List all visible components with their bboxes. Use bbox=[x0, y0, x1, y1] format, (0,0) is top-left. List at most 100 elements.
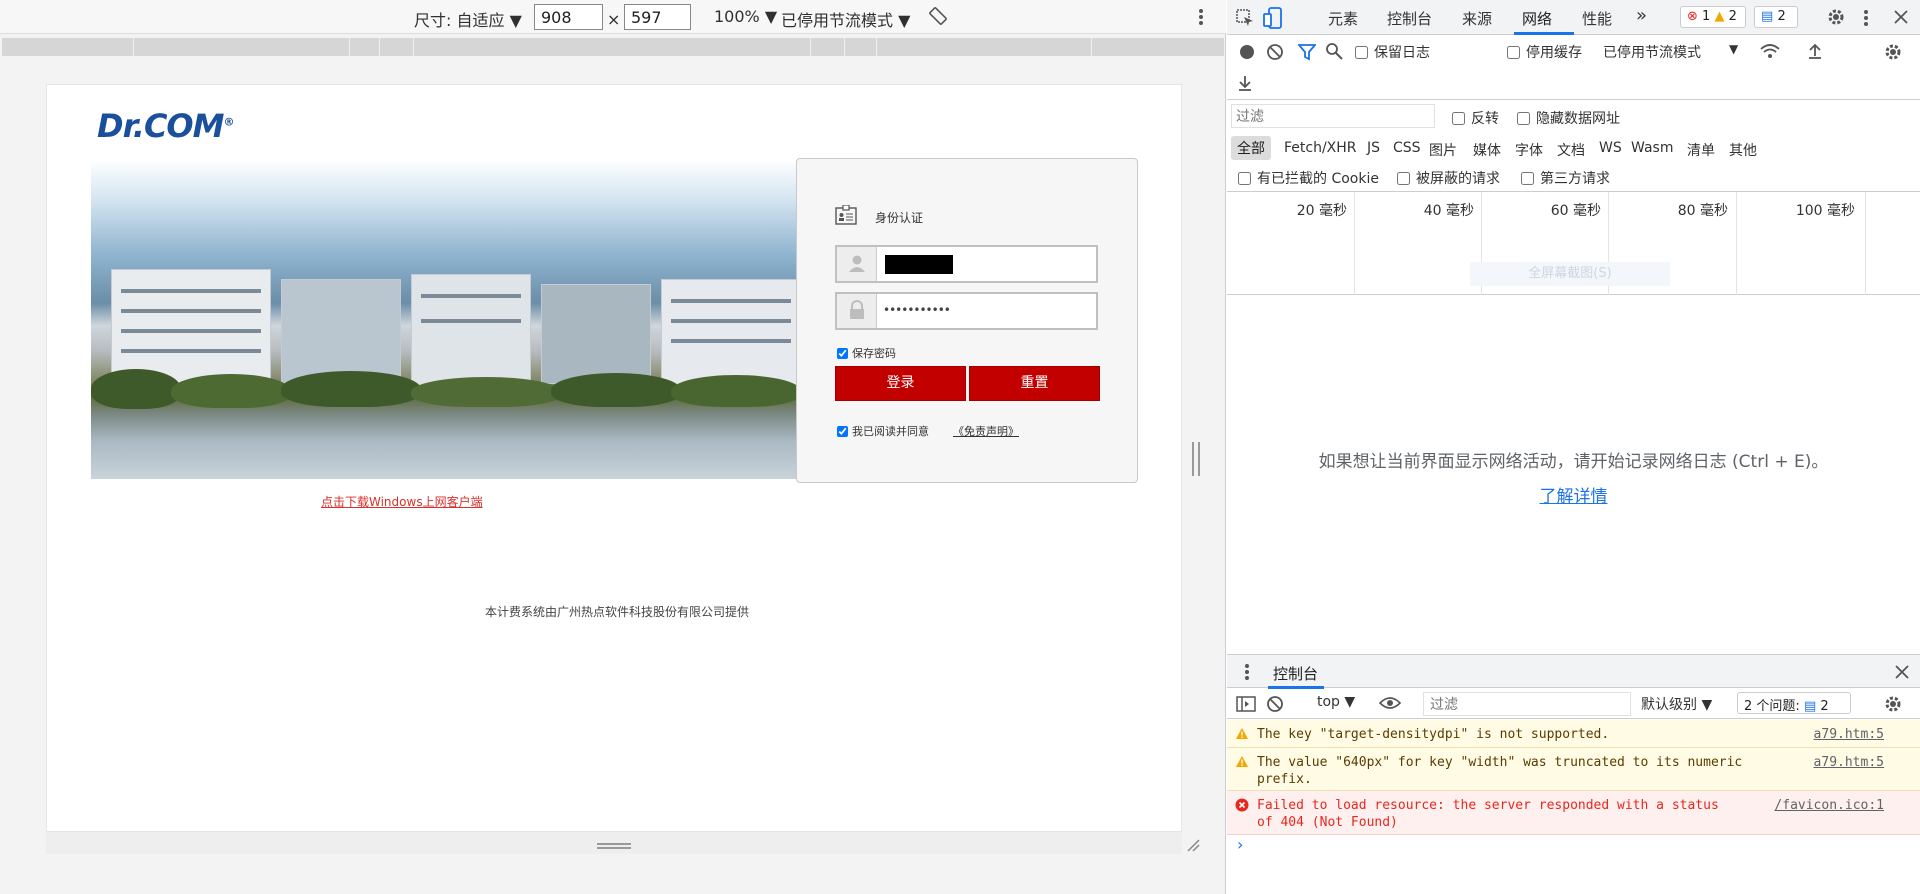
agree-checkbox[interactable]: 我已阅读并同意 bbox=[837, 423, 929, 439]
tab-sources[interactable]: 来源 bbox=[1462, 8, 1492, 29]
learn-more-link[interactable]: 了解详情 bbox=[1227, 482, 1920, 507]
hide-data-urls-check[interactable] bbox=[1517, 111, 1530, 125]
import-har-icon[interactable] bbox=[1807, 42, 1823, 64]
network-throttle-label: 已停用节流模式 bbox=[1603, 45, 1701, 61]
third-party-checkbox[interactable]: 第三方请求 bbox=[1521, 168, 1610, 188]
console-settings-icon[interactable] bbox=[1883, 694, 1903, 718]
filter-icon[interactable] bbox=[1297, 43, 1317, 65]
sidebar-toggle-icon[interactable] bbox=[1236, 695, 1256, 717]
username-field[interactable] bbox=[835, 245, 1098, 283]
info-counter[interactable]: ▤ 2 bbox=[1754, 6, 1798, 28]
type-filter-ws[interactable]: WS bbox=[1599, 140, 1622, 156]
tab-network[interactable]: 网络 bbox=[1522, 8, 1552, 29]
type-filter-js[interactable]: JS bbox=[1367, 140, 1380, 156]
blocked-requests-check[interactable] bbox=[1397, 171, 1410, 185]
console-filter-input[interactable] bbox=[1423, 692, 1631, 716]
save-password-checkbox[interactable]: 保存密码 bbox=[837, 345, 896, 361]
password-field[interactable]: ••••••••••• bbox=[835, 292, 1098, 330]
full-screenshot-button[interactable]: 全屏幕截图(S) bbox=[1470, 262, 1670, 286]
type-filter-media[interactable]: 媒体 bbox=[1473, 140, 1501, 160]
drawer-tabbar: 控制台 bbox=[1227, 654, 1920, 689]
blocked-requests-checkbox[interactable]: 被屏蔽的请求 bbox=[1397, 168, 1500, 188]
download-client-link[interactable]: 点击下载Windows上网客户端 bbox=[321, 493, 483, 510]
issue-counter[interactable]: ⊗ 1 ▲ 2 bbox=[1680, 6, 1746, 28]
type-filter-other[interactable]: 其他 bbox=[1729, 140, 1757, 160]
type-filter-font[interactable]: 字体 bbox=[1515, 140, 1543, 160]
network-settings-icon[interactable] bbox=[1883, 42, 1903, 66]
clear-console-icon[interactable] bbox=[1266, 695, 1284, 717]
more-tabs-icon[interactable]: » bbox=[1636, 5, 1647, 26]
save-password-check[interactable] bbox=[837, 347, 848, 359]
type-filter-wasm[interactable]: Wasm bbox=[1631, 140, 1673, 156]
search-icon[interactable] bbox=[1325, 42, 1343, 64]
height-input[interactable] bbox=[624, 4, 691, 30]
more-options-icon[interactable] bbox=[1198, 7, 1204, 31]
bottom-resize-handle[interactable] bbox=[597, 843, 631, 849]
corner-resize-icon[interactable] bbox=[1186, 837, 1200, 852]
disable-cache-label: 停用缓存 bbox=[1526, 45, 1582, 61]
type-filter-img[interactable]: 图片 bbox=[1429, 140, 1457, 160]
blocked-cookies-check[interactable] bbox=[1238, 171, 1251, 185]
live-expression-eye-icon[interactable] bbox=[1378, 696, 1402, 714]
invert-check[interactable] bbox=[1452, 111, 1465, 125]
agree-check[interactable] bbox=[837, 425, 848, 437]
record-icon[interactable] bbox=[1239, 44, 1255, 64]
disable-cache-check[interactable] bbox=[1507, 45, 1520, 59]
drawer-tab-console[interactable]: 控制台 bbox=[1273, 663, 1318, 684]
export-har-icon[interactable] bbox=[1237, 74, 1253, 96]
settings-gear-icon[interactable] bbox=[1826, 7, 1846, 31]
invert-checkbox[interactable]: 反转 bbox=[1452, 108, 1499, 128]
tab-elements[interactable]: 元素 bbox=[1328, 8, 1358, 29]
console-issues-button[interactable]: 2 个问题: ▤ 2 bbox=[1737, 692, 1851, 714]
console-message: Failed to load resource: the server resp… bbox=[1227, 791, 1920, 835]
right-resize-handle[interactable] bbox=[1192, 442, 1200, 476]
console-message-source[interactable]: /favicon.ico:1 bbox=[1774, 797, 1884, 814]
zoom-select[interactable]: 100% ▼ bbox=[714, 7, 777, 26]
network-conditions-icon[interactable] bbox=[1759, 42, 1781, 64]
console-prompt[interactable]: › bbox=[1237, 835, 1243, 854]
customize-devtools-icon[interactable] bbox=[1863, 8, 1869, 32]
type-filter-doc[interactable]: 文档 bbox=[1557, 140, 1585, 160]
hide-data-urls-label: 隐藏数据网址 bbox=[1536, 111, 1620, 127]
drawer-menu-icon[interactable] bbox=[1244, 663, 1250, 685]
close-drawer-icon[interactable] bbox=[1895, 665, 1909, 683]
user-icon bbox=[837, 247, 877, 281]
reset-button[interactable]: 重置 bbox=[969, 366, 1100, 401]
throttle-dropdown-arrow[interactable]: ▼ bbox=[1729, 42, 1738, 56]
preserve-log-check[interactable] bbox=[1355, 45, 1368, 59]
inspect-element-icon[interactable] bbox=[1235, 8, 1255, 32]
media-query-ruler[interactable] bbox=[2, 38, 1224, 56]
dimensions-select[interactable]: 尺寸: 自适应 ▼ bbox=[414, 7, 522, 31]
rotate-icon[interactable] bbox=[928, 6, 948, 30]
third-party-check[interactable] bbox=[1521, 171, 1534, 185]
context-selector[interactable]: top ▼ bbox=[1317, 694, 1355, 710]
blocked-cookies-checkbox[interactable]: 有已拦截的 Cookie bbox=[1238, 168, 1379, 188]
type-filter-fetch[interactable]: Fetch/XHR bbox=[1284, 140, 1357, 156]
disclaimer-link[interactable]: 《免责声明》 bbox=[953, 423, 1019, 439]
agree-label: 我已阅读并同意 bbox=[852, 425, 929, 438]
close-devtools-icon[interactable] bbox=[1893, 9, 1909, 29]
error-icon bbox=[1235, 798, 1249, 817]
log-levels-label: 默认级别 ▼ bbox=[1641, 697, 1713, 713]
throttle-select[interactable]: 已停用节流模式 ▼ bbox=[781, 7, 910, 31]
log-levels-select[interactable]: 默认级别 ▼ bbox=[1641, 694, 1712, 714]
width-input[interactable] bbox=[534, 4, 603, 30]
issues-label: 2 个问题: bbox=[1744, 699, 1800, 714]
device-toolbar-icon[interactable] bbox=[1263, 7, 1283, 33]
tab-console[interactable]: 控制台 bbox=[1387, 8, 1432, 29]
preserve-log-checkbox[interactable]: 保留日志 bbox=[1355, 42, 1430, 62]
blocked-cookies-label: 有已拦截的 Cookie bbox=[1257, 171, 1379, 187]
login-button[interactable]: 登录 bbox=[835, 366, 966, 401]
clear-icon[interactable] bbox=[1266, 43, 1284, 65]
disable-cache-checkbox[interactable]: 停用缓存 bbox=[1507, 42, 1582, 62]
type-filter-manifest[interactable]: 清单 bbox=[1687, 140, 1715, 160]
type-filter-css[interactable]: CSS bbox=[1393, 140, 1421, 156]
tab-performance[interactable]: 性能 bbox=[1582, 8, 1612, 29]
network-overview-timeline[interactable]: 20 毫秒 40 毫秒 60 毫秒 80 毫秒 100 毫秒 全屏幕截图(S) bbox=[1227, 191, 1920, 295]
network-filter-input[interactable] bbox=[1231, 104, 1435, 128]
network-throttle-select[interactable]: 已停用节流模式 bbox=[1603, 42, 1701, 62]
warning-icon bbox=[1235, 755, 1249, 773]
console-message-source[interactable]: a79.htm:5 bbox=[1814, 754, 1884, 771]
hide-data-urls-checkbox[interactable]: 隐藏数据网址 bbox=[1517, 108, 1620, 128]
console-message-source[interactable]: a79.htm:5 bbox=[1814, 726, 1884, 743]
